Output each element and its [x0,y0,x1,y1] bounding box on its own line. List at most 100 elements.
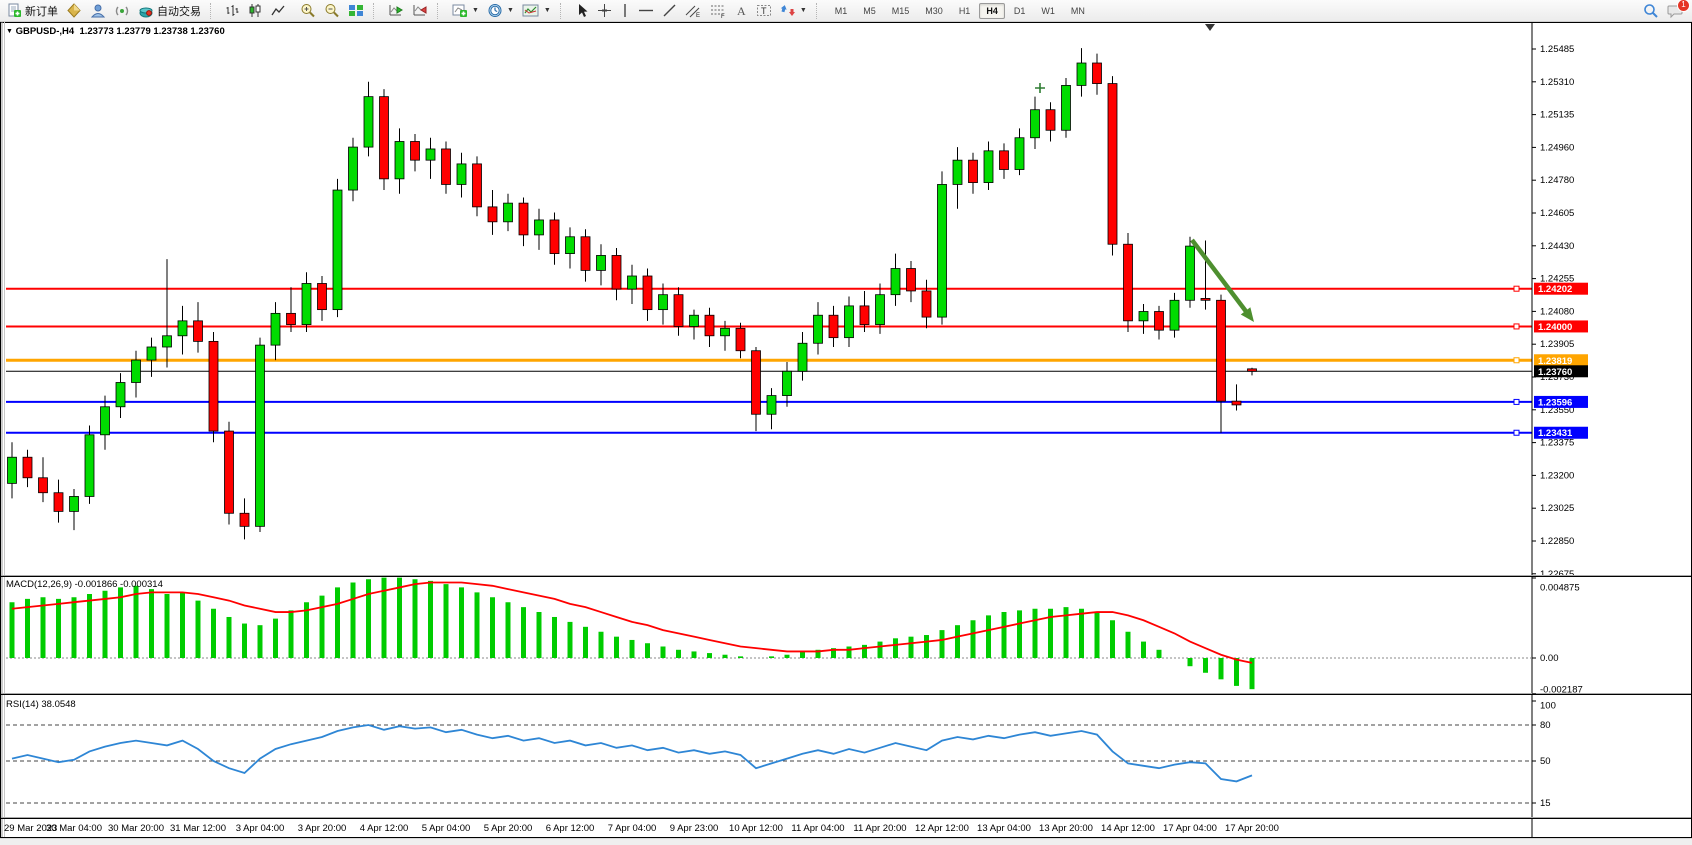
price-tick: 1.24430 [1540,241,1574,252]
macd-axis-tick: -0.002187 [1540,685,1583,696]
rsi-axis-tick: 100 [1540,701,1556,712]
chart-shift-icon [412,3,428,18]
new-order-button[interactable]: 新订单 [3,1,62,20]
price-tick: 1.24960 [1540,142,1574,153]
svg-text:A: A [737,4,746,18]
zoom-in-button[interactable] [296,1,320,20]
trendline-icon [662,3,677,18]
new-chart-button[interactable]: ▼ [448,1,483,20]
price-tick: 1.25135 [1540,110,1574,121]
timeframe-m15-button[interactable]: M15 [885,3,917,19]
search-icon[interactable] [1643,3,1659,19]
hline-handle[interactable] [1514,430,1519,435]
svg-text:1.23431: 1.23431 [1538,428,1573,439]
chart-window: 1.254851.253101.251351.249601.247801.246… [0,0,1692,844]
auto-trading-icon [138,3,154,18]
svg-text:1.23760: 1.23760 [1538,367,1572,378]
text-label-icon: T [756,3,772,18]
vertical-line-button[interactable] [616,1,634,20]
tile-windows-button[interactable] [344,1,368,20]
arrows-icon [780,3,796,18]
virtual-hosting-button[interactable] [86,1,110,20]
crosshair-icon [597,3,612,18]
dropdown-arrow-icon: ▼ [800,7,807,14]
vertical-line-icon [620,3,630,18]
horizontal-line-icon [638,3,654,18]
dropdown-arrow-icon: ▼ [472,7,479,14]
price-tick: 1.23025 [1540,503,1574,514]
trendline-button[interactable] [658,1,681,20]
timeframe-h1-button[interactable]: H1 [952,3,978,19]
macd-indicator-label: MACD(12,26,9) -0.001866 -0.000314 [6,579,163,590]
bar-chart-icon [225,3,240,18]
crosshair-button[interactable] [593,1,616,20]
text-label-button[interactable]: T [752,1,776,20]
text-button[interactable]: A [731,1,752,20]
mql-diamond-icon [66,3,82,18]
price-tick: 1.24780 [1540,175,1574,186]
timeframe-m1-button[interactable]: M1 [828,3,855,19]
time-tick: 11 Apr 04:00 [791,823,844,834]
time-tick: 11 Apr 20:00 [853,823,906,834]
time-axis[interactable]: 29 Mar 202330 Mar 04:0030 Mar 20:0031 Ma… [4,823,1279,834]
time-tick: 30 Mar 20:00 [108,823,164,834]
bar-chart-button[interactable] [221,1,244,20]
chart-shift-button[interactable] [408,1,432,20]
virtual-hosting-icon [90,3,106,18]
mql-button[interactable] [62,1,86,20]
svg-text:1.24202: 1.24202 [1538,284,1572,295]
hline-handle[interactable] [1514,399,1519,404]
timeframe-m30-button[interactable]: M30 [918,3,950,19]
hline-handle[interactable] [1514,358,1519,363]
zoom-out-button[interactable] [320,1,344,20]
line-chart-button[interactable] [267,1,290,20]
time-tick: 17 Apr 04:00 [1163,823,1217,834]
toolbar-separator [373,3,379,19]
fibonacci-button[interactable]: F [706,1,731,20]
time-tick: 12 Apr 12:00 [915,823,969,834]
time-tick: 3 Apr 04:00 [236,823,285,834]
rsi-axis-tick: 80 [1540,720,1551,731]
time-tick: 14 Apr 12:00 [1101,823,1155,834]
auto-scroll-icon [388,3,404,18]
auto-trading-button[interactable]: 自动交易 [134,1,205,20]
periods-button[interactable]: ▼ [483,1,518,20]
signals-button[interactable] [110,1,134,20]
auto-trading-label: 自动交易 [157,3,201,19]
timeframe-w1-button[interactable]: W1 [1034,3,1062,19]
timeframe-m5-button[interactable]: M5 [856,3,883,19]
templates-button[interactable]: ▼ [518,1,555,20]
equidistant-channel-button[interactable]: E [681,1,706,20]
timeframe-switcher: M1M5M15M30H1H4D1W1MN [824,0,1096,21]
chart-title-marker-icon[interactable]: ▼ [6,28,13,35]
price-chart-canvas[interactable]: 1.254851.253101.251351.249601.247801.246… [0,0,1692,844]
price-tick: 1.24605 [1540,208,1574,219]
price-tick: 1.22675 [1540,569,1574,580]
horizontal-line-button[interactable] [634,1,658,20]
time-tick: 4 Apr 12:00 [360,823,409,834]
auto-scroll-button[interactable] [384,1,408,20]
time-tick: 3 Apr 20:00 [298,823,347,834]
time-tick: 5 Apr 20:00 [484,823,533,834]
chart-title: ▼ GBPUSD-,H4 1.23773 1.23779 1.23738 1.2… [6,26,225,37]
chat-badge: 1 [1677,0,1690,12]
cursor-button[interactable] [571,1,593,20]
arrows-button[interactable]: ▼ [776,1,811,20]
svg-text:F: F [721,14,725,18]
candlestick-chart-button[interactable] [244,1,267,20]
tile-windows-icon [348,3,364,18]
svg-text:1.23819: 1.23819 [1538,356,1572,367]
time-tick: 13 Apr 20:00 [1039,823,1093,834]
toolbar-separator [816,3,822,19]
chat-icon[interactable]: 1 [1667,3,1684,19]
hline-handle[interactable] [1514,324,1519,329]
new-order-label: 新订单 [25,3,58,19]
hline-handle[interactable] [1514,286,1519,291]
timeframe-h4-button[interactable]: H4 [979,3,1005,19]
timeframe-mn-button[interactable]: MN [1064,3,1092,19]
price-tick: 1.25310 [1540,77,1574,88]
dropdown-arrow-icon: ▼ [544,7,551,14]
price-axis: 1.254851.253101.251351.249601.247801.246… [1532,22,1691,837]
zoom-out-icon [324,3,340,18]
timeframe-d1-button[interactable]: D1 [1007,3,1033,19]
